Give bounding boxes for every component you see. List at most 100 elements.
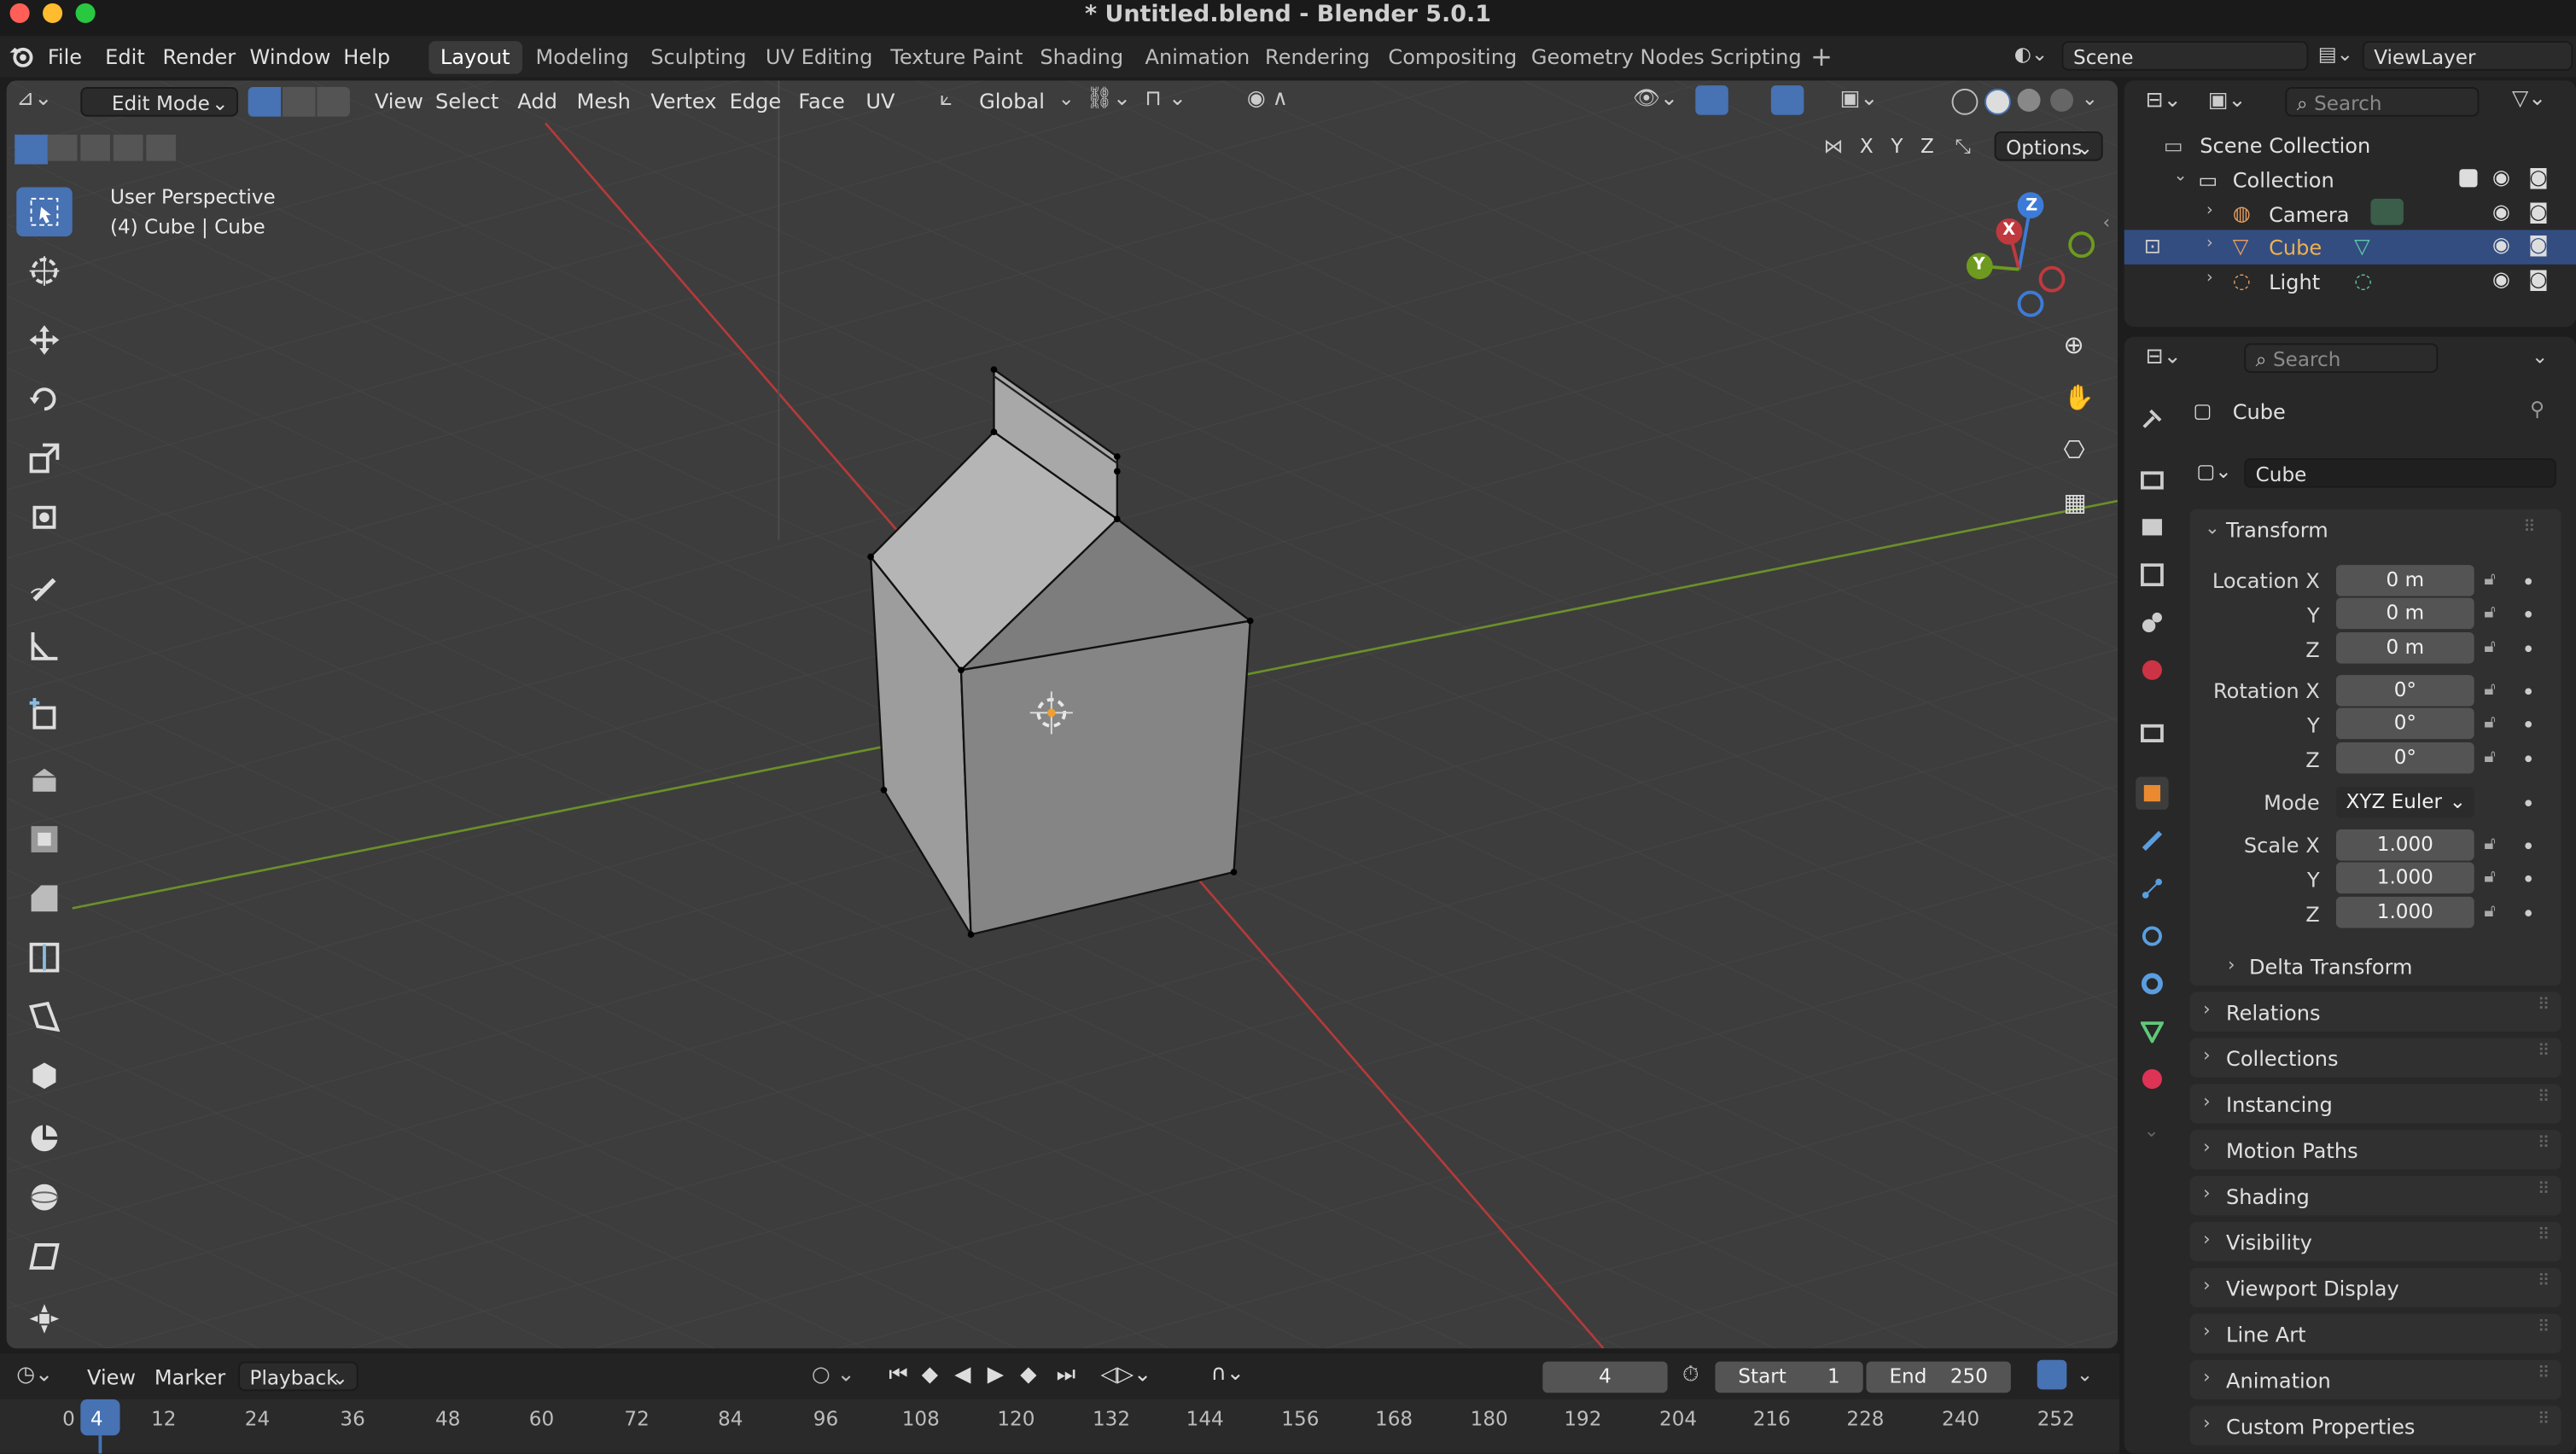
visibility-icon[interactable]: 👁⌄	[1633, 87, 1678, 112]
perspective-toggle-icon[interactable]: ▦	[2063, 488, 2086, 518]
location-z-field[interactable]: 0 m	[2335, 632, 2474, 664]
delta-transform-subpanel[interactable]: Delta Transform	[2249, 954, 2413, 979]
select-invert-icon[interactable]	[113, 134, 143, 161]
tab-animation[interactable]: Animation	[1134, 41, 1262, 73]
tool-annotate-icon[interactable]	[16, 561, 72, 611]
visibility-eye-icon[interactable]: ◉	[2492, 231, 2510, 256]
sidebar-toggle-icon[interactable]: ‹	[2103, 212, 2110, 233]
pan-hand-icon[interactable]: ✋	[2063, 382, 2094, 412]
outliner-row-camera[interactable]: › ◍ Camera ◉ ◙	[2124, 197, 2576, 231]
proportional-editing-icon[interactable]: ◉ ∧	[1247, 87, 1288, 112]
location-y-field[interactable]: 0 m	[2335, 597, 2474, 630]
tool-shrink-fatten-icon[interactable]	[16, 1294, 72, 1344]
object-browse-icon[interactable]: ▢⌄	[2196, 460, 2231, 483]
collection-tab-icon[interactable]	[2136, 716, 2168, 748]
tool-select-box-icon[interactable]	[16, 187, 73, 237]
select-extend-icon[interactable]	[47, 134, 78, 161]
rendered-shading-icon[interactable]	[2050, 88, 2074, 112]
viewport-scene[interactable]	[6, 80, 2118, 1349]
panel-grip-icon[interactable]: ⠿	[2523, 519, 2535, 537]
tool-inset-icon[interactable]	[16, 815, 72, 864]
scene-tab-icon[interactable]	[2136, 606, 2168, 638]
xray-toggle-icon[interactable]: ▣⌄	[1840, 87, 1879, 112]
rotation-z-field[interactable]: 0°	[2335, 742, 2474, 774]
frame-rate-icon[interactable]: ⏱	[1682, 1364, 1699, 1388]
motion-paths-panel[interactable]: › Motion Paths ⠿	[2189, 1130, 2561, 1170]
lock-icon[interactable]: 🔓︎	[2484, 636, 2496, 659]
tab-uv-editing[interactable]: UV Editing	[754, 41, 883, 73]
filter-icon[interactable]: ▽⌄	[2512, 87, 2546, 112]
lock-icon[interactable]: 🔓︎	[2484, 678, 2496, 701]
tab-compositing[interactable]: Compositing	[1377, 41, 1529, 73]
particles-tab-icon[interactable]	[2136, 872, 2168, 904]
menu-edit[interactable]: Edit	[105, 44, 145, 69]
solid-shading-icon[interactable]	[1984, 88, 2011, 115]
instancing-panel[interactable]: › Instancing ⠿	[2189, 1084, 2561, 1124]
pivot-point-icon[interactable]: ⛓⌄	[1086, 87, 1131, 112]
orientation-icon[interactable]: ⟀	[940, 87, 953, 112]
scale-x-field[interactable]: 1.000	[2335, 829, 2474, 861]
transform-panel-title[interactable]: Transform	[2226, 517, 2328, 542]
line-art-panel[interactable]: › Line Art ⠿	[2189, 1313, 2561, 1353]
gizmo-y-label[interactable]: Y	[1973, 256, 1985, 274]
lock-icon[interactable]: 🔓︎	[2484, 601, 2496, 624]
expand-chevron-icon[interactable]: ›	[2206, 235, 2213, 253]
material-shading-icon[interactable]	[2017, 88, 2041, 112]
edit-mode-indicator-icon[interactable]: ⊡	[2144, 233, 2161, 258]
mirror-axis-x[interactable]: X	[1860, 135, 1874, 158]
physics-tab-icon[interactable]	[2136, 920, 2168, 952]
3d-viewport[interactable]: Z X Y User Perspective (4) Cube | Cube ⊕…	[6, 80, 2118, 1349]
tool-measure-icon[interactable]	[16, 621, 72, 671]
custom-properties-panel[interactable]: › Custom Properties ⠿	[2189, 1405, 2561, 1445]
viewport-menu-view[interactable]: View	[375, 89, 423, 113]
shading-options-icon[interactable]: ⌄	[2082, 87, 2098, 110]
tool-smooth-icon[interactable]	[16, 1172, 72, 1222]
viewport-menu-vertex[interactable]: Vertex	[650, 89, 716, 113]
panel-grip-icon[interactable]: ⠿	[2538, 1181, 2550, 1199]
tool-shear-icon[interactable]	[16, 1232, 72, 1282]
viewport-menu-add[interactable]: Add	[517, 89, 557, 113]
visibility-eye-icon[interactable]: ◉	[2492, 266, 2510, 291]
relations-panel[interactable]: › Relations ⠿	[2189, 992, 2561, 1032]
scene-selector-icon[interactable]: ◐⌄	[2014, 43, 2049, 66]
object-name-field[interactable]: Cube	[2244, 458, 2556, 488]
mirror-axis-y[interactable]: Y	[1891, 135, 1903, 158]
viewport-menu-edge[interactable]: Edge	[730, 89, 782, 113]
mode-dropdown[interactable]: Edit Mode ⌄	[80, 87, 239, 117]
rotation-mode-dropdown[interactable]: XYZ Euler ⌄	[2335, 786, 2474, 818]
lock-icon[interactable]: 🔓︎	[2484, 833, 2496, 856]
visibility-eye-icon[interactable]: ◉	[2492, 199, 2510, 224]
tool-rotate-icon[interactable]	[16, 375, 72, 424]
keyframe-dot-icon[interactable]	[2525, 875, 2532, 882]
keyframe-dot-icon[interactable]	[2525, 755, 2532, 763]
tab-texture-paint[interactable]: Texture Paint	[879, 41, 1034, 73]
auto-keying-icon[interactable]: ○ ⌄	[812, 1364, 855, 1388]
animation-panel[interactable]: › Animation ⠿	[2189, 1359, 2561, 1399]
properties-search-input[interactable]: ⌕ Search	[2244, 343, 2439, 373]
panel-grip-icon[interactable]: ⠿	[2538, 997, 2550, 1015]
timeline-ruler[interactable]	[0, 1399, 2119, 1454]
camera-view-icon[interactable]: ⎔	[2063, 435, 2084, 465]
snapping-icon[interactable]: ⊓ ⌄	[1145, 87, 1186, 112]
tool-loop-cut-icon[interactable]	[16, 933, 72, 982]
tab-scripting[interactable]: Scripting	[1699, 41, 1813, 73]
snap-icon[interactable]: ∩⌄	[1211, 1362, 1244, 1387]
tab-geometry-nodes[interactable]: Geometry Nodes	[1519, 41, 1716, 73]
face-select-mode-icon[interactable]	[317, 87, 350, 117]
tool-poly-build-icon[interactable]	[16, 1051, 72, 1101]
viewport-menu-mesh[interactable]: Mesh	[577, 89, 631, 113]
keyframe-dot-icon[interactable]	[2525, 800, 2532, 807]
blender-logo-icon[interactable]	[9, 44, 35, 67]
keyframe-dot-icon[interactable]	[2525, 688, 2532, 695]
tab-sculpting[interactable]: Sculpting	[639, 41, 758, 73]
scene-field[interactable]: Scene	[2061, 41, 2309, 71]
transform-orientation-dropdown[interactable]: Global	[979, 89, 1045, 113]
select-subtract-icon[interactable]	[80, 134, 110, 161]
show-overlays-icon[interactable]	[1770, 85, 1804, 115]
expand-chevron-icon[interactable]: ⌄	[2173, 167, 2187, 185]
panel-grip-icon[interactable]: ⠿	[2538, 1089, 2550, 1107]
render-camera-icon[interactable]: ◙	[2528, 266, 2548, 291]
jump-to-keyframe-prev-icon[interactable]: ◆	[922, 1364, 938, 1388]
gizmo-z-label[interactable]: Z	[2025, 197, 2037, 215]
end-frame-field[interactable]: End 250	[1866, 1361, 2011, 1393]
